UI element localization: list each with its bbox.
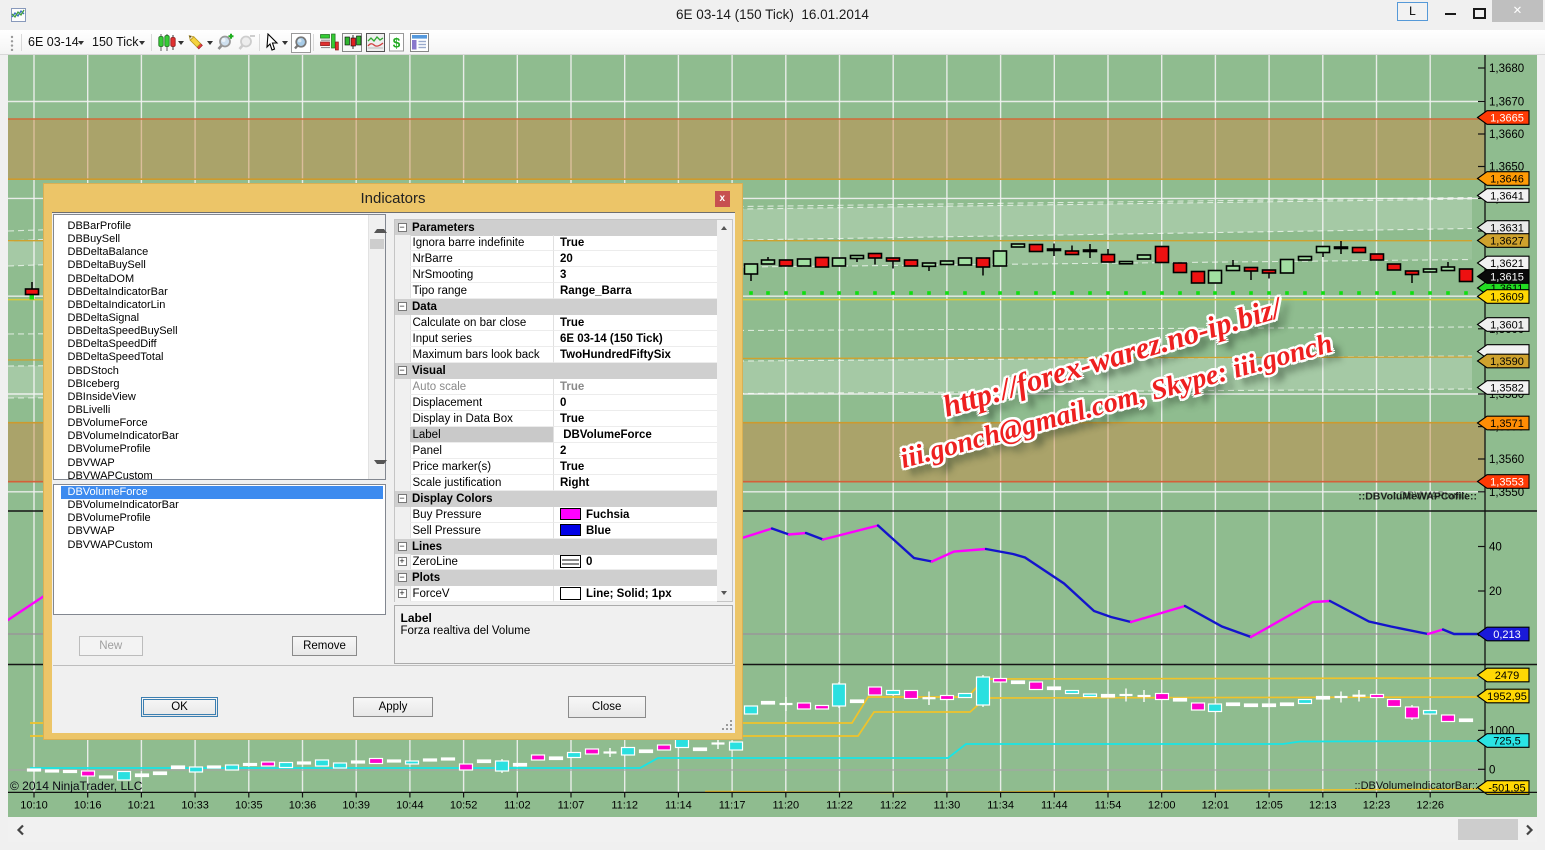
svg-text:1,3601: 1,3601 xyxy=(1490,320,1524,332)
svg-text:11:30: 11:30 xyxy=(934,800,961,812)
svg-text:1,3621: 1,3621 xyxy=(1490,258,1524,270)
svg-text:10:36: 10:36 xyxy=(289,800,317,812)
svg-text:1,3560: 1,3560 xyxy=(1489,454,1524,466)
svg-text:10:10: 10:10 xyxy=(20,800,48,812)
svg-text:10:33: 10:33 xyxy=(181,800,209,812)
svg-text:11:44: 11:44 xyxy=(1041,800,1068,812)
svg-text:1,3670: 1,3670 xyxy=(1489,97,1524,109)
svg-text:11:20: 11:20 xyxy=(772,800,799,812)
svg-text:11:17: 11:17 xyxy=(719,800,746,812)
svg-text:11:14: 11:14 xyxy=(665,800,692,812)
svg-text:10:39: 10:39 xyxy=(342,800,370,812)
svg-text:12:00: 12:00 xyxy=(1148,800,1176,812)
svg-text:1,3590: 1,3590 xyxy=(1490,356,1524,368)
svg-text:11:22: 11:22 xyxy=(826,800,853,812)
svg-text:10:16: 10:16 xyxy=(74,800,102,812)
svg-text:1,3660: 1,3660 xyxy=(1489,129,1524,141)
svg-text:1,3680: 1,3680 xyxy=(1489,63,1524,75)
svg-text:1,3582: 1,3582 xyxy=(1490,383,1524,395)
svg-text:725,5: 725,5 xyxy=(1493,736,1521,748)
svg-text:0,213: 0,213 xyxy=(1493,629,1521,641)
svg-text:11:07: 11:07 xyxy=(558,800,585,812)
svg-text:20: 20 xyxy=(1489,586,1502,598)
svg-text:::DBVWAPtom::: ::DBVWAPtom:: xyxy=(1394,490,1468,502)
svg-text:1,3571: 1,3571 xyxy=(1490,418,1524,430)
svg-text:11:02: 11:02 xyxy=(504,800,531,812)
svg-text:12:05: 12:05 xyxy=(1255,800,1283,812)
svg-text:1,3646: 1,3646 xyxy=(1490,174,1524,186)
svg-text:12:01: 12:01 xyxy=(1202,800,1230,812)
svg-text:11:12: 11:12 xyxy=(611,800,638,812)
svg-text:12:23: 12:23 xyxy=(1363,800,1391,812)
svg-text:2479: 2479 xyxy=(1495,670,1519,682)
svg-text:40: 40 xyxy=(1489,542,1502,554)
svg-text:1,3627: 1,3627 xyxy=(1490,236,1524,248)
svg-text:1,3553: 1,3553 xyxy=(1490,477,1524,489)
svg-text:10:52: 10:52 xyxy=(450,800,478,812)
svg-text:1,3615: 1,3615 xyxy=(1490,272,1524,284)
svg-text:::DBVolumeIndicatorBar::: ::DBVolumeIndicatorBar:: xyxy=(1354,780,1478,792)
svg-text:© 2014 NinjaTrader, LLC: © 2014 NinjaTrader, LLC xyxy=(10,779,143,793)
svg-text:11:54: 11:54 xyxy=(1095,800,1122,812)
svg-text:10:21: 10:21 xyxy=(128,800,156,812)
svg-text:12:26: 12:26 xyxy=(1416,800,1444,812)
svg-text:11:34: 11:34 xyxy=(987,800,1014,812)
svg-text:1,3665: 1,3665 xyxy=(1490,113,1524,125)
svg-text:11:22: 11:22 xyxy=(880,800,907,812)
svg-text:10:35: 10:35 xyxy=(235,800,263,812)
svg-text:1,3641: 1,3641 xyxy=(1490,191,1524,203)
svg-text:10:44: 10:44 xyxy=(396,800,424,812)
svg-text:$: $ xyxy=(393,36,401,51)
svg-text:1,3631: 1,3631 xyxy=(1490,223,1524,235)
svg-text:0: 0 xyxy=(1489,764,1495,776)
svg-text:1,3609: 1,3609 xyxy=(1490,292,1524,304)
svg-text:1952,95: 1952,95 xyxy=(1487,691,1527,703)
svg-text:12:13: 12:13 xyxy=(1309,800,1337,812)
